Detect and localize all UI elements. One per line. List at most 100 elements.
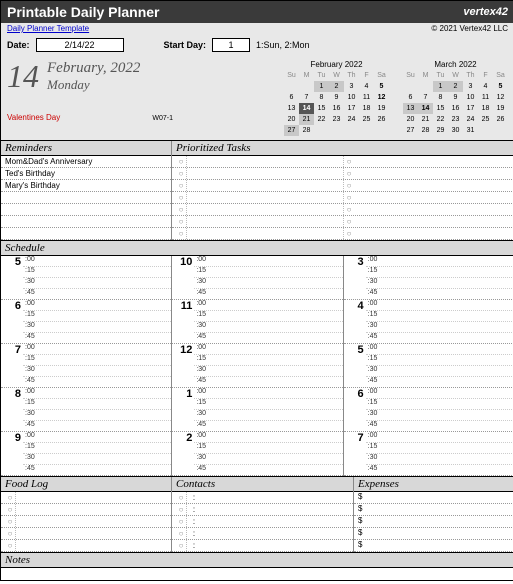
- brand-logo: vertex42: [463, 6, 508, 18]
- schedule-hour[interactable]: 1:00:15:30:45: [172, 388, 342, 432]
- reminder-line[interactable]: Mary's Birthday: [1, 180, 171, 192]
- contact-line[interactable]: ○:: [172, 540, 353, 552]
- cal-day: 24: [463, 114, 478, 125]
- cal-day: 26: [493, 114, 508, 125]
- cal-day: [418, 81, 433, 92]
- reminders-header: Reminders: [1, 141, 171, 156]
- mini-calendar-current: February 2022 SuMTuWThFSa123456789101112…: [284, 60, 389, 136]
- cal-day: 3: [344, 81, 359, 92]
- cal-day: 18: [359, 103, 374, 114]
- cal-day: 20: [403, 114, 418, 125]
- schedule-hour[interactable]: 8:00:15:30:45: [1, 388, 171, 432]
- schedule-hour[interactable]: 6:00:15:30:45: [344, 388, 513, 432]
- schedule-hour[interactable]: 10:00:15:30:45: [172, 256, 342, 300]
- schedule-hour[interactable]: 9:00:15:30:45: [1, 432, 171, 476]
- schedule-hour[interactable]: 7:00:15:30:45: [344, 432, 513, 476]
- reminder-line[interactable]: Mom&Dad's Anniversary: [1, 156, 171, 168]
- expense-line[interactable]: $: [354, 504, 513, 516]
- cal-day: 9: [448, 92, 463, 103]
- foodlog-line[interactable]: ○: [1, 492, 171, 504]
- cal-day: [344, 125, 359, 136]
- cal-day: [299, 81, 314, 92]
- cal-day: 10: [344, 92, 359, 103]
- cal-day: 5: [374, 81, 389, 92]
- expense-line[interactable]: $: [354, 492, 513, 504]
- reminder-line[interactable]: [1, 192, 171, 204]
- contact-line[interactable]: ○:: [172, 528, 353, 540]
- reminder-line[interactable]: Ted's Birthday: [1, 168, 171, 180]
- reminder-line[interactable]: [1, 216, 171, 228]
- cal-day: 21: [418, 114, 433, 125]
- cal-day: [314, 125, 329, 136]
- startday-input[interactable]: [212, 38, 250, 52]
- reminder-line[interactable]: [1, 228, 171, 240]
- schedule-hour[interactable]: 6:00:15:30:45: [1, 300, 171, 344]
- task-line[interactable]: ○○: [172, 168, 513, 180]
- copyright: © 2021 Vertex42 LLC: [431, 24, 508, 33]
- date-input[interactable]: [36, 38, 124, 52]
- cal-day: 17: [463, 103, 478, 114]
- cal-day: 28: [299, 125, 314, 136]
- cal-day: 7: [418, 92, 433, 103]
- notes-header: Notes: [1, 553, 513, 568]
- cal-day: 3: [463, 81, 478, 92]
- task-line[interactable]: ○○: [172, 216, 513, 228]
- contact-line[interactable]: ○:: [172, 516, 353, 528]
- cal-day: 23: [448, 114, 463, 125]
- schedule-hour[interactable]: 5:00:15:30:45: [344, 344, 513, 388]
- schedule-hour[interactable]: 2:00:15:30:45: [172, 432, 342, 476]
- cal-day: 6: [284, 92, 299, 103]
- template-link[interactable]: Daily Planner Template: [7, 24, 89, 33]
- task-line[interactable]: ○○: [172, 192, 513, 204]
- task-line[interactable]: ○○: [172, 228, 513, 240]
- cal-day: 28: [418, 125, 433, 136]
- task-line[interactable]: ○○: [172, 156, 513, 168]
- cal-day: [329, 125, 344, 136]
- schedule-hour[interactable]: 12:00:15:30:45: [172, 344, 342, 388]
- schedule-hour[interactable]: 3:00:15:30:45: [344, 256, 513, 300]
- task-line[interactable]: ○○: [172, 204, 513, 216]
- expense-line[interactable]: $: [354, 528, 513, 540]
- reminder-line[interactable]: [1, 204, 171, 216]
- cal-day: 21: [299, 114, 314, 125]
- app-title: Printable Daily Planner: [7, 4, 160, 20]
- cal-day: 11: [478, 92, 493, 103]
- cal-day: 4: [359, 81, 374, 92]
- cal-day: 13: [284, 103, 299, 114]
- cal-day: 25: [359, 114, 374, 125]
- schedule-hour[interactable]: 11:00:15:30:45: [172, 300, 342, 344]
- contact-line[interactable]: ○:: [172, 492, 353, 504]
- foodlog-line[interactable]: ○: [1, 516, 171, 528]
- cal-day: [359, 125, 374, 136]
- week-number: W07-1: [152, 115, 177, 122]
- cal1-title: February 2022: [284, 60, 389, 69]
- cal-day: 14: [299, 103, 314, 114]
- expense-line[interactable]: $: [354, 540, 513, 552]
- cal-day: 24: [344, 114, 359, 125]
- cal-day: 26: [374, 114, 389, 125]
- cal-day: 15: [314, 103, 329, 114]
- task-line[interactable]: ○○: [172, 180, 513, 192]
- cal-day: 1: [433, 81, 448, 92]
- cal-day: 11: [359, 92, 374, 103]
- cal-day: 17: [344, 103, 359, 114]
- foodlog-line[interactable]: ○: [1, 540, 171, 552]
- expense-line[interactable]: $: [354, 516, 513, 528]
- schedule-hour[interactable]: 5:00:15:30:45: [1, 256, 171, 300]
- foodlog-line[interactable]: ○: [1, 504, 171, 516]
- cal-day: [403, 81, 418, 92]
- cal-day: [374, 125, 389, 136]
- contact-line[interactable]: ○:: [172, 504, 353, 516]
- special-day: Valentines Day: [7, 113, 60, 122]
- cal-day: 7: [299, 92, 314, 103]
- cal-day: 18: [478, 103, 493, 114]
- tasks-header: Prioritized Tasks: [172, 141, 513, 156]
- cal-day: 13: [403, 103, 418, 114]
- foodlog-line[interactable]: ○: [1, 528, 171, 540]
- cal-day: 19: [374, 103, 389, 114]
- schedule-hour[interactable]: 7:00:15:30:45: [1, 344, 171, 388]
- schedule-hour[interactable]: 4:00:15:30:45: [344, 300, 513, 344]
- cal-day: 10: [463, 92, 478, 103]
- notes-area[interactable]: [1, 568, 513, 580]
- cal-day: 12: [374, 92, 389, 103]
